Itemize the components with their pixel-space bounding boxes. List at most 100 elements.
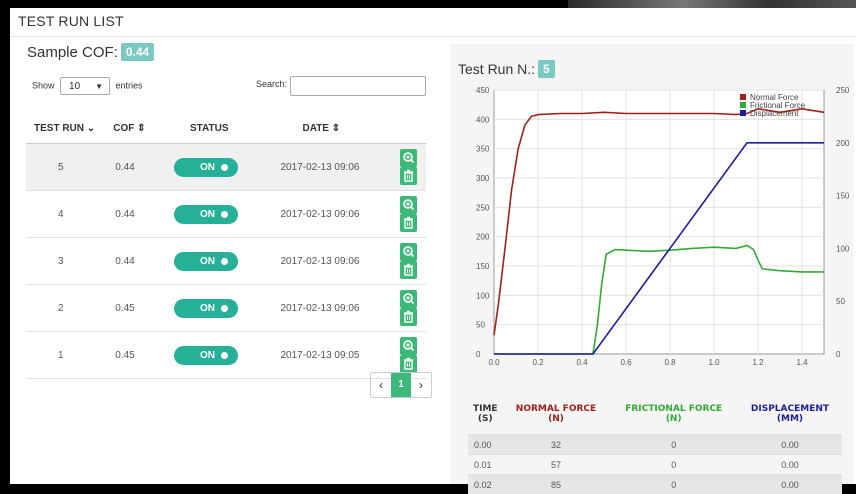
zoom-button[interactable] (400, 290, 417, 308)
measurement-header-unit: (S) (469, 414, 502, 424)
y-tick-label: 100 (476, 291, 490, 300)
sample-cof: Sample COF:0.44 (27, 43, 154, 61)
header-test-run[interactable]: TEST RUN ⌄ (26, 113, 105, 144)
y-tick-label: 450 (476, 86, 490, 95)
status-toggle[interactable]: ON (174, 299, 238, 318)
measurement-header-title: TIME (469, 404, 502, 414)
cell-date: 2017-02-13 09:06 (275, 191, 400, 238)
y-tick-label: 200 (476, 233, 490, 242)
test-run-label: Test Run N.: (458, 61, 535, 77)
y-tick-label: 400 (476, 115, 490, 124)
status-toggle-label: ON (200, 162, 215, 173)
header-cof-label: COF (113, 123, 134, 134)
trash-icon (400, 308, 417, 326)
cell-test-run: 1 (26, 332, 105, 379)
cell-date: 2017-02-13 09:06 (275, 238, 400, 285)
measurement-cell: 0 (609, 435, 738, 455)
table-row[interactable]: 30.44ON2017-02-13 09:06 (26, 238, 426, 285)
cell-cof: 0.45 (105, 285, 170, 332)
y2-tick-label: 50 (836, 297, 845, 306)
pager-next-button[interactable]: › (411, 373, 431, 397)
x-tick-label: 0.6 (620, 358, 632, 367)
zoom-icon (400, 243, 417, 261)
toggle-knob (221, 164, 228, 171)
measurement-cell: 0 (609, 475, 738, 494)
cell-test-run: 2 (26, 285, 105, 332)
cell-test-run: 4 (26, 191, 105, 238)
delete-button[interactable] (400, 355, 417, 373)
show-label: Show (32, 80, 55, 90)
measurement-cell: 0.00 (468, 435, 503, 455)
app-frame: TEST RUN LIST Sample COF:0.44 Show 10▼ e… (10, 8, 856, 484)
cell-status: ON (170, 144, 274, 191)
table-row[interactable]: 10.45ON2017-02-13 09:05 (26, 332, 426, 379)
measurement-header-title: FRICTIONAL FORCE (610, 404, 737, 414)
trash-icon (400, 167, 417, 185)
page-length-control: Show 10▼ entries (32, 77, 143, 95)
status-toggle[interactable]: ON (174, 252, 238, 271)
cell-actions (399, 285, 426, 332)
status-toggle[interactable]: ON (174, 158, 238, 177)
test-run-table: TEST RUN ⌄ COF ⇕ STATUS DATE ⇕ 50.44ON20… (26, 113, 426, 379)
measurement-cell: 0.00 (738, 455, 842, 475)
delete-button[interactable] (400, 261, 417, 279)
y2-tick-label: 200 (836, 139, 850, 148)
trash-icon (400, 214, 417, 232)
cell-status: ON (170, 191, 274, 238)
cell-status: ON (170, 285, 274, 332)
delete-button[interactable] (400, 214, 417, 232)
header-date[interactable]: DATE ⇕ (275, 113, 400, 144)
measurement-header: DISPLACEMENT(MM) (738, 394, 842, 435)
zoom-button[interactable] (400, 243, 417, 261)
test-run-detail-panel: Test Run N.:5 0.00.20.40.60.81.01.21.405… (450, 44, 854, 484)
page-length-select[interactable]: 10▼ (60, 77, 110, 95)
zoom-button[interactable] (400, 196, 417, 214)
delete-button[interactable] (400, 308, 417, 326)
delete-button[interactable] (400, 167, 417, 185)
status-toggle-label: ON (200, 209, 215, 220)
header-test-run-label: TEST RUN (34, 123, 84, 134)
table-row[interactable]: 20.45ON2017-02-13 09:06 (26, 285, 426, 332)
header-cof[interactable]: COF ⇕ (105, 113, 170, 144)
measurement-row: 0.028500.00 (468, 475, 842, 494)
x-tick-label: 1.2 (752, 358, 764, 367)
pagination: ‹ 1 › (370, 372, 432, 398)
test-run-number: Test Run N.:5 (458, 60, 555, 78)
toggle-knob (221, 258, 228, 265)
pager-prev-button[interactable]: ‹ (371, 373, 391, 397)
zoom-icon (400, 149, 417, 167)
measurement-row: 0.015700.00 (468, 455, 842, 475)
zoom-icon (400, 337, 417, 355)
x-tick-label: 0.8 (664, 358, 676, 367)
measurement-cell: 0.01 (468, 455, 503, 475)
sample-cof-label: Sample COF: (27, 44, 118, 61)
measurement-header-unit: (N) (610, 414, 737, 424)
zoom-icon (400, 196, 417, 214)
plot-area (494, 90, 824, 354)
status-toggle[interactable]: ON (174, 205, 238, 224)
page-title: TEST RUN LIST (18, 13, 124, 29)
status-toggle[interactable]: ON (174, 346, 238, 365)
measurement-cell: 0.00 (738, 475, 842, 494)
measurement-header: FRICTIONAL FORCE(N) (609, 394, 738, 435)
y2-tick-label: 250 (836, 86, 850, 95)
x-tick-label: 0.0 (488, 358, 500, 367)
trash-icon (400, 261, 417, 279)
measurement-header-unit: (N) (504, 414, 609, 424)
measurement-cell: 0 (609, 455, 738, 475)
search-input[interactable] (290, 76, 426, 96)
table-row[interactable]: 40.44ON2017-02-13 09:06 (26, 191, 426, 238)
cell-actions (399, 191, 426, 238)
zoom-button[interactable] (400, 337, 417, 355)
cell-date: 2017-02-13 09:06 (275, 144, 400, 191)
sort-icon: ⇕ (137, 123, 145, 134)
cell-status: ON (170, 238, 274, 285)
table-row[interactable]: 50.44ON2017-02-13 09:06 (26, 144, 426, 191)
toggle-knob (221, 211, 228, 218)
status-toggle-label: ON (200, 256, 215, 267)
y-tick-label: 150 (476, 262, 490, 271)
cell-status: ON (170, 332, 274, 379)
pager-page-1[interactable]: 1 (391, 373, 411, 397)
measurement-header: NORMAL FORCE(N) (503, 394, 610, 435)
zoom-button[interactable] (400, 149, 417, 167)
